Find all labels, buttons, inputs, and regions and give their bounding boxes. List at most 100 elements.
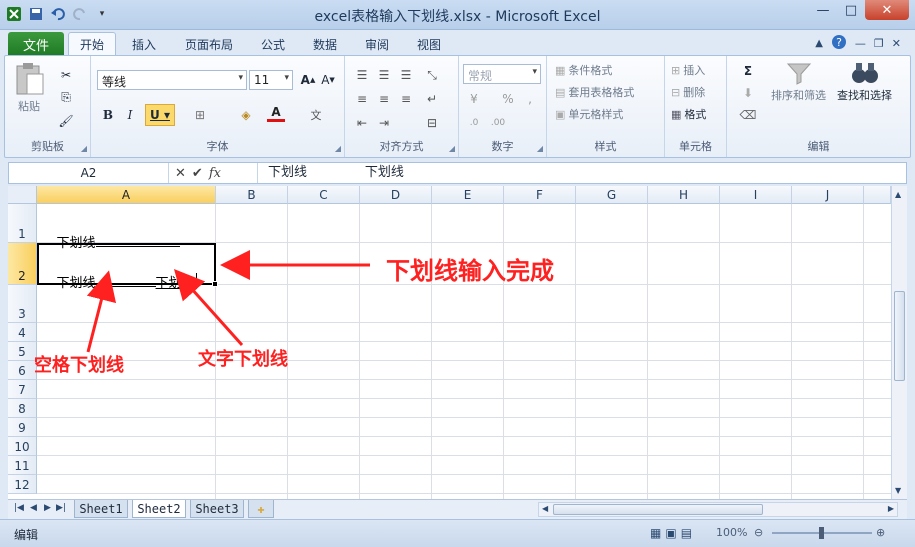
vertical-scrollbar[interactable]: ▲ ▼ <box>891 186 907 499</box>
orientation-icon[interactable]: ⤡ <box>423 66 441 84</box>
worksheet-grid[interactable]: A B C D E F G H I J 1 2 3 4 5 6 7 8 9 10… <box>8 186 891 499</box>
align-middle-icon[interactable]: ☰ <box>375 66 393 84</box>
decrease-decimal-icon[interactable]: .00 <box>489 114 507 132</box>
row-header-10[interactable]: 10 <box>8 437 37 456</box>
name-box[interactable]: A2 <box>9 163 169 183</box>
align-top-icon[interactable]: ☰ <box>353 66 371 84</box>
tab-review[interactable]: 审阅 <box>356 32 398 56</box>
increase-indent-icon[interactable]: ⇥ <box>375 114 393 132</box>
borders-icon[interactable]: ⊞ <box>191 106 209 124</box>
insert-function-icon[interactable]: fx <box>209 166 221 181</box>
row-header-8[interactable]: 8 <box>8 399 37 418</box>
column-header-i[interactable]: I <box>720 186 792 204</box>
minimize-workbook-icon[interactable]: — <box>855 37 866 50</box>
zoom-slider[interactable] <box>772 527 872 539</box>
tab-formulas[interactable]: 公式 <box>252 32 294 56</box>
help-icon[interactable]: ? <box>831 34 847 53</box>
formula-input[interactable]: 下划线 下划线 <box>257 163 893 183</box>
restore-workbook-icon[interactable]: ❐ <box>874 37 884 50</box>
format-as-table-button[interactable]: ▤ 套用表格格式 <box>555 84 634 100</box>
sheet-tab-sheet1[interactable]: Sheet1 <box>74 500 128 518</box>
number-format-combo[interactable]: 常规 <box>463 64 541 84</box>
select-all-corner[interactable] <box>8 186 37 204</box>
prev-sheet-icon[interactable]: ◀ <box>30 503 37 513</box>
fill-handle[interactable] <box>212 281 218 287</box>
cancel-entry-icon[interactable]: ✕ <box>175 166 186 181</box>
merge-center-icon[interactable]: ⊟ <box>423 114 441 132</box>
scroll-down-icon[interactable]: ▼ <box>895 486 901 495</box>
horizontal-scrollbar[interactable]: ◀ ▶ <box>538 502 898 517</box>
column-header-f[interactable]: F <box>504 186 576 204</box>
copy-icon[interactable]: ⎘ <box>57 88 75 106</box>
scroll-left-icon[interactable]: ◀ <box>542 504 548 513</box>
row-header-1[interactable]: 1 <box>8 204 37 243</box>
tab-view[interactable]: 视图 <box>408 32 450 56</box>
row-header-6[interactable]: 6 <box>8 361 37 380</box>
normal-view-icon[interactable]: ▦ <box>650 526 661 540</box>
column-header-g[interactable]: G <box>576 186 648 204</box>
font-color-icon[interactable]: A <box>267 104 285 122</box>
collapse-ribbon-icon[interactable]: ▲ <box>815 38 823 49</box>
row-header-11[interactable]: 11 <box>8 456 37 475</box>
font-family-combo[interactable]: 等线 <box>97 70 247 90</box>
column-header-j[interactable]: J <box>792 186 864 204</box>
column-header-b[interactable]: B <box>216 186 288 204</box>
comma-icon[interactable]: , <box>521 90 539 108</box>
sheet-tab-sheet3[interactable]: Sheet3 <box>190 500 244 518</box>
vertical-scroll-thumb[interactable] <box>894 291 905 381</box>
close-button[interactable]: ✕ <box>865 0 909 20</box>
percent-icon[interactable]: % <box>499 90 517 108</box>
tab-page-layout[interactable]: 页面布局 <box>176 32 242 56</box>
bold-icon[interactable]: B <box>99 106 117 124</box>
cell-styles-button[interactable]: ▣ 单元格样式 <box>555 106 623 122</box>
currency-icon[interactable]: ¥ <box>465 90 483 108</box>
next-sheet-icon[interactable]: ▶ <box>44 503 51 513</box>
column-header-h[interactable]: H <box>648 186 720 204</box>
alignment-launcher-icon[interactable]: ◢ <box>449 144 455 153</box>
zoom-slider-handle[interactable] <box>819 527 824 539</box>
paste-button[interactable]: 粘贴 <box>13 62 45 114</box>
fill-color-icon[interactable]: ◈ <box>237 106 255 124</box>
align-left-icon[interactable]: ≡ <box>353 90 371 108</box>
insert-sheet-button[interactable]: ✚ <box>248 500 274 518</box>
column-header-a[interactable]: A <box>37 186 216 204</box>
format-painter-icon[interactable]: 🖌 <box>57 112 75 130</box>
autosum-icon[interactable]: Σ <box>739 62 757 80</box>
number-launcher-icon[interactable]: ◢ <box>537 144 543 153</box>
insert-cells-button[interactable]: ⊞ 插入 <box>671 62 705 78</box>
shrink-font-icon[interactable]: A ▼ <box>319 71 337 89</box>
font-launcher-icon[interactable]: ◢ <box>335 144 341 153</box>
last-sheet-icon[interactable]: ▶| <box>56 503 66 513</box>
format-cells-button[interactable]: ▦ 格式 <box>671 106 706 122</box>
clear-icon[interactable]: ⌫ <box>739 106 757 124</box>
decrease-indent-icon[interactable]: ⇤ <box>353 114 371 132</box>
fill-icon[interactable]: ⬇ <box>739 84 757 102</box>
column-header-e[interactable]: E <box>432 186 504 204</box>
column-header-c[interactable]: C <box>288 186 360 204</box>
row-header-2[interactable]: 2 <box>8 243 37 285</box>
tab-home[interactable]: 开始 <box>68 32 116 56</box>
close-workbook-icon[interactable]: ✕ <box>892 37 901 50</box>
clipboard-launcher-icon[interactable]: ◢ <box>81 144 87 153</box>
horizontal-scroll-thumb[interactable] <box>553 504 763 515</box>
page-layout-view-icon[interactable]: ▣ <box>665 526 676 540</box>
tab-insert[interactable]: 插入 <box>122 32 166 56</box>
align-center-icon[interactable]: ≡ <box>375 90 393 108</box>
row-header-3[interactable]: 3 <box>8 285 37 323</box>
underline-button[interactable]: U ▾ <box>145 104 175 126</box>
align-bottom-icon[interactable]: ☰ <box>397 66 415 84</box>
tab-data[interactable]: 数据 <box>304 32 346 56</box>
wrap-text-icon[interactable]: ↵ <box>423 90 441 108</box>
scroll-right-icon[interactable]: ▶ <box>888 504 894 513</box>
maximize-button[interactable]: □ <box>837 0 865 20</box>
column-header-k[interactable] <box>864 186 891 204</box>
phonetic-icon[interactable]: 文 <box>307 106 325 124</box>
page-break-view-icon[interactable]: ▤ <box>681 526 692 540</box>
increase-decimal-icon[interactable]: .0 <box>465 114 483 132</box>
row-header-7[interactable]: 7 <box>8 380 37 399</box>
sort-filter-button[interactable]: 排序和筛选 <box>771 60 826 103</box>
first-sheet-icon[interactable]: |◀ <box>14 503 24 513</box>
find-select-button[interactable]: 查找和选择 <box>837 60 892 103</box>
scroll-up-icon[interactable]: ▲ <box>895 190 901 199</box>
column-header-d[interactable]: D <box>360 186 432 204</box>
